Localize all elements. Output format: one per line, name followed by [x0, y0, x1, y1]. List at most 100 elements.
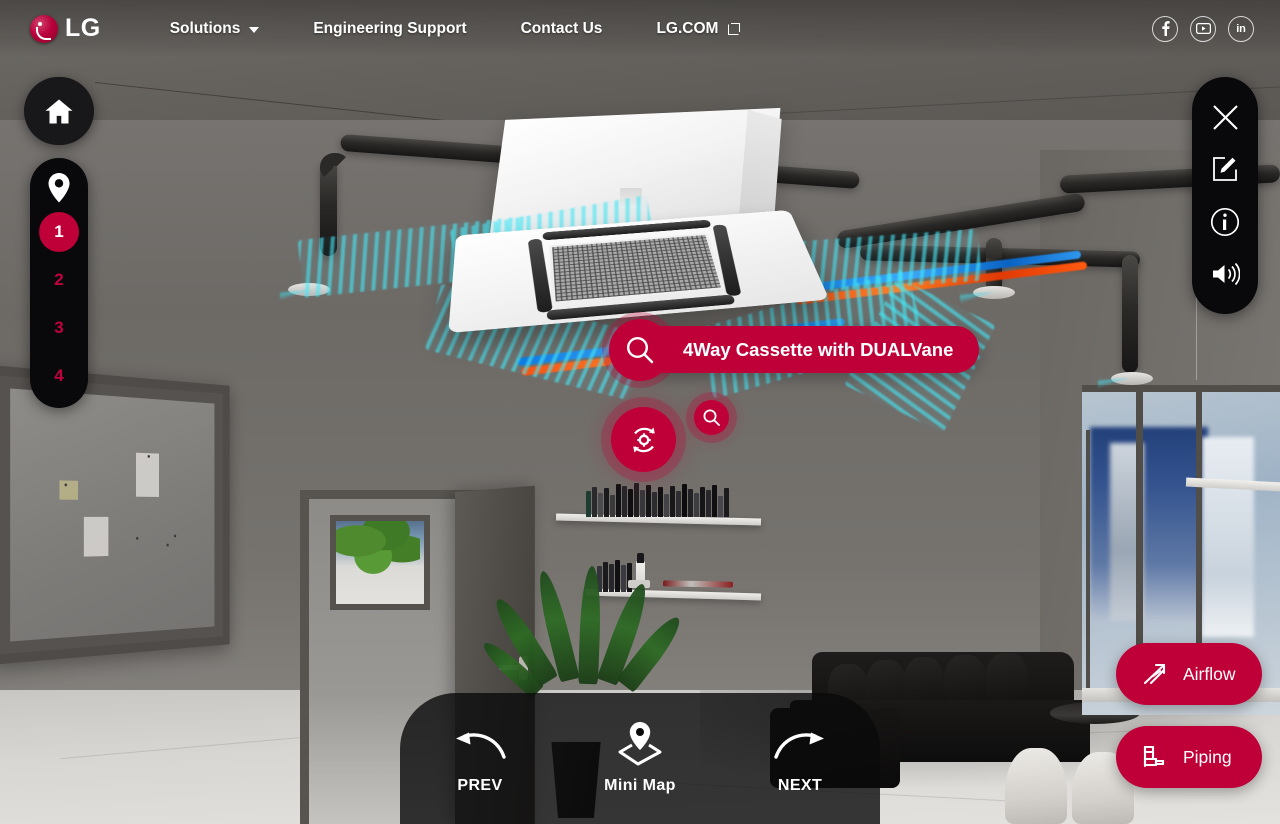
whiteboard-paper: [136, 452, 160, 497]
bookrow-lower: [597, 557, 632, 592]
lg-logo[interactable]: LG: [30, 14, 101, 43]
airflow-diffuser-left: [280, 290, 342, 368]
linkedin-icon[interactable]: in: [1228, 15, 1254, 42]
exterior-building-blue: [1090, 427, 1208, 623]
book: [609, 564, 614, 592]
chevron-down-icon: [249, 26, 260, 33]
whiteboard-magnet: [64, 483, 68, 487]
whiteboard: [0, 365, 230, 665]
shelf-books-flat: [662, 580, 734, 588]
nav-item-contact-us[interactable]: Contact Us: [494, 20, 630, 38]
book: [592, 487, 597, 517]
linkedin-label: in: [1236, 22, 1246, 35]
book: [724, 488, 729, 517]
scene-label: 3: [54, 318, 64, 337]
virtual-tour-viewport: LG Solutions Engineering Support Contact…: [0, 0, 1280, 824]
next-label: NEXT: [777, 777, 823, 794]
book: [694, 493, 699, 517]
info-icon: [1210, 207, 1240, 236]
book: [622, 486, 627, 517]
bookrow-upper: [586, 479, 729, 517]
tool-rail: [1192, 77, 1258, 314]
external-link-icon: [728, 22, 741, 35]
prev-icon-wrap: [452, 721, 508, 767]
next-button[interactable]: NEXT: [745, 721, 855, 795]
nav-item-solutions[interactable]: Solutions: [143, 20, 287, 38]
scene-label: 2: [54, 270, 64, 289]
whiteboard-paper: [83, 516, 109, 557]
scene-number-4[interactable]: 4: [39, 356, 79, 396]
hotspot-primary-label[interactable]: 4Way Cassette with DUALVane: [609, 319, 980, 381]
lg-logo-icon: [30, 14, 58, 43]
youtube-icon[interactable]: [1190, 15, 1216, 42]
prev-button[interactable]: PREV: [425, 721, 535, 795]
book: [658, 487, 663, 517]
site-header: LG Solutions Engineering Support Contact…: [0, 0, 1280, 57]
scene-number-3[interactable]: 3: [39, 308, 79, 348]
facebook-icon[interactable]: [1152, 15, 1178, 42]
sofa-cushion: [986, 653, 1028, 699]
arrow-right-curve-icon: [774, 732, 824, 759]
prev-label: PREV: [457, 777, 503, 794]
book: [718, 496, 723, 517]
sofa-cushion: [904, 657, 944, 703]
duct-elbow: [320, 153, 350, 181]
rotate-360-icon: [632, 427, 655, 452]
airflow-label: Airflow: [1183, 663, 1236, 684]
book: [640, 490, 645, 517]
book: [670, 486, 675, 517]
next-icon-wrap: [772, 721, 828, 767]
volume-button[interactable]: [1205, 254, 1245, 294]
book: [610, 495, 615, 517]
exterior-window-frame: [330, 515, 430, 610]
book: [712, 485, 717, 517]
book: [664, 494, 669, 517]
whiteboard-surface: [10, 388, 215, 642]
whiteboard-magnet: [147, 455, 150, 458]
book: [628, 489, 633, 517]
info-button[interactable]: [1205, 202, 1245, 242]
nav-item-lg-com[interactable]: LG.COM: [629, 20, 767, 38]
home-icon: [45, 99, 73, 123]
book: [603, 562, 608, 592]
close-button[interactable]: [1205, 97, 1245, 137]
scene-number-2[interactable]: 2: [39, 260, 79, 300]
nav-label: Contact Us: [520, 19, 603, 37]
piping-button[interactable]: Piping: [1116, 726, 1262, 788]
volume-icon: [1213, 262, 1240, 285]
hotspot-360-rotate[interactable]: [611, 407, 676, 472]
hotspot-primary-text: 4Way Cassette with DUALVane: [683, 338, 954, 360]
hotspot-secondary[interactable]: [694, 400, 729, 435]
search-icon: [703, 409, 720, 426]
piping-icon: [1143, 745, 1165, 768]
main-nav: Solutions Engineering Support Contact Us…: [143, 20, 768, 38]
book: [646, 485, 651, 517]
book: [634, 483, 639, 517]
book: [652, 492, 657, 517]
scene-number-1[interactable]: 1: [39, 212, 79, 252]
whiteboard-magnet: [166, 543, 169, 547]
lg-logo-text: LG: [65, 14, 101, 42]
mini-map-button[interactable]: Mini Map: [585, 721, 695, 795]
window-mullion: [1086, 430, 1090, 688]
duct-pipe-drop-right: [1122, 255, 1138, 373]
book: [598, 493, 603, 517]
search-icon: [626, 336, 654, 364]
whiteboard-magnet: [136, 536, 139, 540]
book: [604, 488, 609, 517]
arrow-left-curve-icon: [456, 732, 506, 759]
home-button[interactable]: [24, 77, 94, 145]
location-pin-icon: [48, 173, 70, 203]
exterior-building-white: [1202, 437, 1254, 637]
social-links: in: [1152, 15, 1254, 42]
book: [615, 560, 620, 592]
map-pin-icon: [618, 722, 662, 766]
airflow-diffuser-right: [1098, 378, 1160, 430]
airflow-button[interactable]: Airflow: [1116, 643, 1262, 705]
book: [688, 489, 693, 517]
book: [676, 491, 681, 517]
edit-icon: [1213, 157, 1237, 182]
scene-label: 1: [54, 222, 64, 241]
edit-button[interactable]: [1205, 149, 1245, 189]
nav-item-engineering-support[interactable]: Engineering Support: [286, 20, 493, 38]
